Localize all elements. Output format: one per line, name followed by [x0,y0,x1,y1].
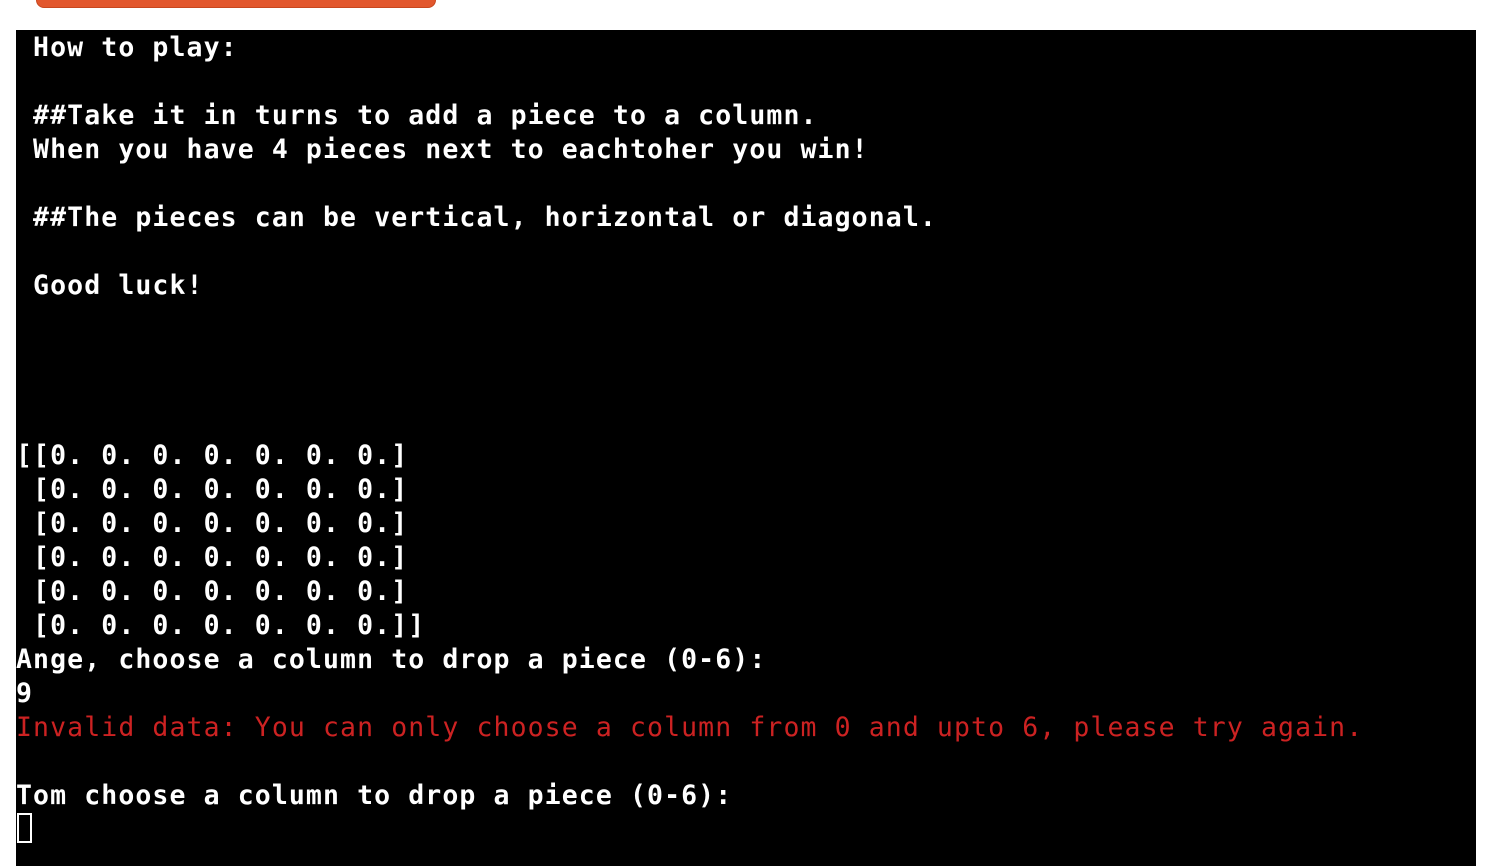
board-row: [[0. 0. 0. 0. 0. 0. 0.] [16,440,409,471]
error-message: Invalid data: You can only choose a colu… [16,712,1364,743]
run-program-button[interactable] [36,0,436,8]
howto-heading: How to play: [16,32,238,63]
player-prompt-tom: Tom choose a column to drop a piece (0-6… [16,780,733,811]
player-prompt-ange: Ange, choose a column to drop a piece (0… [16,644,767,675]
user-input-echo: 9 [16,678,34,709]
board-row: [0. 0. 0. 0. 0. 0. 0.]] [16,610,426,641]
rule-line-1: ##Take it in turns to add a piece to a c… [16,100,818,131]
good-luck-text: Good luck! [16,270,204,301]
rule-line-2: When you have 4 pieces next to eachtoher… [16,134,869,165]
text-cursor[interactable] [17,813,32,843]
board-row: [0. 0. 0. 0. 0. 0. 0.] [16,508,409,539]
board-row: [0. 0. 0. 0. 0. 0. 0.] [16,474,409,505]
rule-line-3: ##The pieces can be vertical, horizontal… [16,202,937,233]
board-row: [0. 0. 0. 0. 0. 0. 0.] [16,542,409,573]
terminal-window[interactable]: How to play: ##Take it in turns to add a… [16,30,1476,866]
board-row: [0. 0. 0. 0. 0. 0. 0.] [16,576,409,607]
